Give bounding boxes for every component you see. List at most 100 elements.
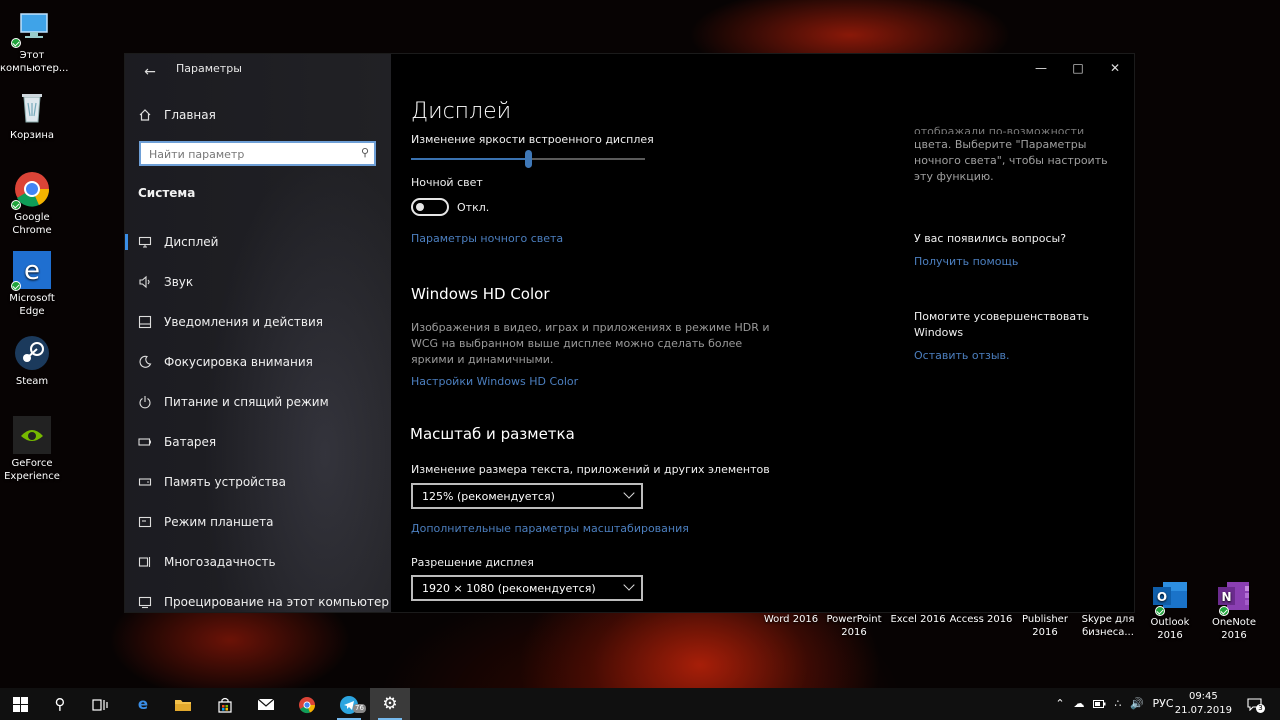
scale-heading: Масштаб и разметка — [410, 425, 575, 443]
nav-item-multitasking[interactable]: Многозадачность — [125, 544, 391, 580]
nav-label: Батарея — [164, 435, 217, 449]
desktop-icon-outlook[interactable]: O Outlook 2016 — [1138, 578, 1202, 642]
nav-item-notifications[interactable]: Уведомления и действия — [125, 304, 391, 340]
desktop-icon-chrome[interactable]: Google Chrome — [0, 170, 64, 237]
nav-item-battery[interactable]: Батарея — [125, 424, 391, 460]
settings-sidebar: ← Параметры Главная ⚲ Система Дисплей Зв… — [125, 54, 391, 612]
advanced-scaling-link[interactable]: Дополнительные параметры масштабирования — [411, 522, 689, 535]
icon-label: Корзина — [9, 130, 55, 141]
nav-item-storage[interactable]: Память устройства — [125, 464, 391, 500]
action-center-button[interactable]: 3 — [1241, 688, 1267, 720]
icon-label: Google — [14, 212, 50, 223]
show-hidden-icons-button[interactable]: ⌃ — [1052, 688, 1068, 720]
nav-item-focus[interactable]: Фокусировка внимания — [125, 344, 391, 380]
night-light-settings-link[interactable]: Параметры ночного света — [411, 232, 563, 245]
desktop-icon-access[interactable]: Access 2016 — [949, 613, 1013, 626]
search-icon: ⚲ — [360, 146, 369, 159]
taskbar-store[interactable] — [205, 688, 245, 720]
icon-label: 2016 — [1032, 627, 1058, 638]
resolution-dropdown[interactable]: 1920 × 1080 (рекомендуется) — [411, 575, 643, 601]
icon-label: бизнеса... — [1082, 627, 1134, 638]
windows-logo-icon — [12, 695, 28, 713]
nav-item-tablet[interactable]: Режим планшета — [125, 504, 391, 540]
nav-label: Режим планшета — [164, 515, 274, 529]
desktop-icon-publisher[interactable]: Publisher 2016 — [1013, 613, 1077, 639]
taskbar-settings[interactable]: ⚙ — [370, 688, 410, 720]
battery-tray-button[interactable] — [1091, 688, 1107, 720]
sync-ok-icon — [11, 200, 21, 210]
taskbar-telegram[interactable]: 76 — [329, 688, 369, 720]
back-button[interactable]: ← — [137, 59, 163, 85]
battery-icon — [1092, 697, 1106, 710]
hd-color-description: Изображения в видео, играх и приложениях… — [411, 321, 770, 366]
nav-label: Питание и спящий режим — [164, 395, 329, 409]
network-tray-button[interactable]: ∴ — [1110, 688, 1126, 720]
desktop-icon-onenote[interactable]: N OneNote 2016 — [1202, 578, 1266, 642]
search-input[interactable] — [147, 143, 351, 166]
onedrive-tray-button[interactable]: ☁ — [1071, 688, 1087, 720]
sync-ok-icon — [11, 38, 21, 48]
sync-ok-icon — [11, 281, 21, 291]
edge-icon: e — [137, 695, 149, 713]
nav-item-sound[interactable]: Звук — [125, 264, 391, 300]
desktop-icon-this-pc[interactable]: Этот компьютер... — [0, 8, 68, 75]
language-indicator[interactable]: РУС — [1150, 688, 1176, 720]
chrome-icon — [298, 695, 316, 713]
search-box[interactable]: ⚲ — [139, 141, 376, 166]
taskbar-file-explorer[interactable] — [163, 688, 203, 720]
nav-label: Память устройства — [164, 475, 286, 489]
search-button[interactable]: ⚲ — [40, 688, 80, 720]
desktop-icon-edge[interactable]: e Microsoft Edge — [0, 251, 64, 318]
night-light-hint: цвета. Выберите "Параметры ночного света… — [914, 138, 1108, 183]
sync-ok-icon — [1155, 606, 1165, 616]
icon-label: Этот — [19, 50, 45, 61]
get-help-link[interactable]: Получить помощь — [914, 255, 1124, 268]
brightness-slider[interactable] — [411, 150, 645, 168]
hint-text-partial: отображали по-возможности теплые — [914, 125, 1085, 134]
nav-item-display[interactable]: Дисплей — [125, 224, 391, 260]
icon-label: Steam — [15, 376, 49, 387]
desktop-icon-word[interactable]: Word 2016 — [759, 613, 823, 626]
desktop-icon-geforce[interactable]: GeForce Experience — [0, 416, 64, 483]
nav-item-power[interactable]: Питание и спящий режим — [125, 384, 391, 420]
clock-date: 21.07.2019 — [1174, 705, 1232, 716]
recycle-bin-icon — [13, 88, 51, 126]
folder-icon — [174, 695, 192, 713]
improve-heading: Помогите усовершенствовать Windows — [914, 310, 1089, 339]
resolution-value: 1920 × 1080 (рекомендуется) — [422, 582, 596, 595]
icon-label: Outlook 2016 — [1150, 617, 1190, 641]
feedback-link[interactable]: Оставить отзыв. — [914, 349, 1124, 362]
clock[interactable]: 09:45 21.07.2019 — [1175, 690, 1232, 718]
nav-item-projection[interactable]: Проецирование на этот компьютер — [125, 584, 391, 620]
nav-home[interactable]: Главная — [125, 97, 391, 133]
outlook-icon: O — [1151, 578, 1189, 616]
desktop-icon-skype[interactable]: Skype для бизнеса... — [1076, 613, 1140, 639]
start-button[interactable] — [0, 688, 40, 720]
taskbar-chrome[interactable] — [287, 688, 327, 720]
onenote-icon: N — [1215, 578, 1253, 616]
taskbar-mail[interactable] — [246, 688, 286, 720]
clock-time: 09:45 — [1188, 691, 1218, 702]
desktop-icon-steam[interactable]: Steam — [0, 334, 64, 388]
icon-label: Publisher — [1022, 614, 1068, 625]
icon-label: GeForce — [11, 458, 53, 469]
moon-icon — [138, 355, 152, 369]
volume-tray-button[interactable]: 🔊 — [1129, 688, 1145, 720]
storage-icon — [138, 475, 152, 489]
telegram-unread-badge: 76 — [353, 704, 366, 713]
window-title: Параметры — [176, 62, 242, 75]
desktop-icon-powerpoint[interactable]: PowerPoint 2016 — [822, 613, 886, 639]
speaker-icon — [138, 275, 152, 289]
task-view-button[interactable] — [80, 688, 120, 720]
gear-icon: ⚙ — [382, 694, 398, 714]
hd-color-settings-link[interactable]: Настройки Windows HD Color — [411, 375, 578, 388]
desktop-icon-recycle-bin[interactable]: Корзина — [0, 88, 64, 142]
taskbar-edge[interactable]: e — [123, 688, 163, 720]
icon-label: Access 2016 — [949, 614, 1013, 625]
scale-dropdown[interactable]: 125% (рекомендуется) — [411, 483, 643, 509]
chevron-down-icon — [623, 487, 635, 499]
night-light-toggle[interactable] — [411, 198, 449, 216]
desktop-icon-excel[interactable]: Excel 2016 — [886, 613, 950, 626]
night-light-hint-partial: отображали по-возможности теплые — [914, 124, 1124, 134]
brightness-slider-thumb[interactable] — [525, 150, 532, 168]
